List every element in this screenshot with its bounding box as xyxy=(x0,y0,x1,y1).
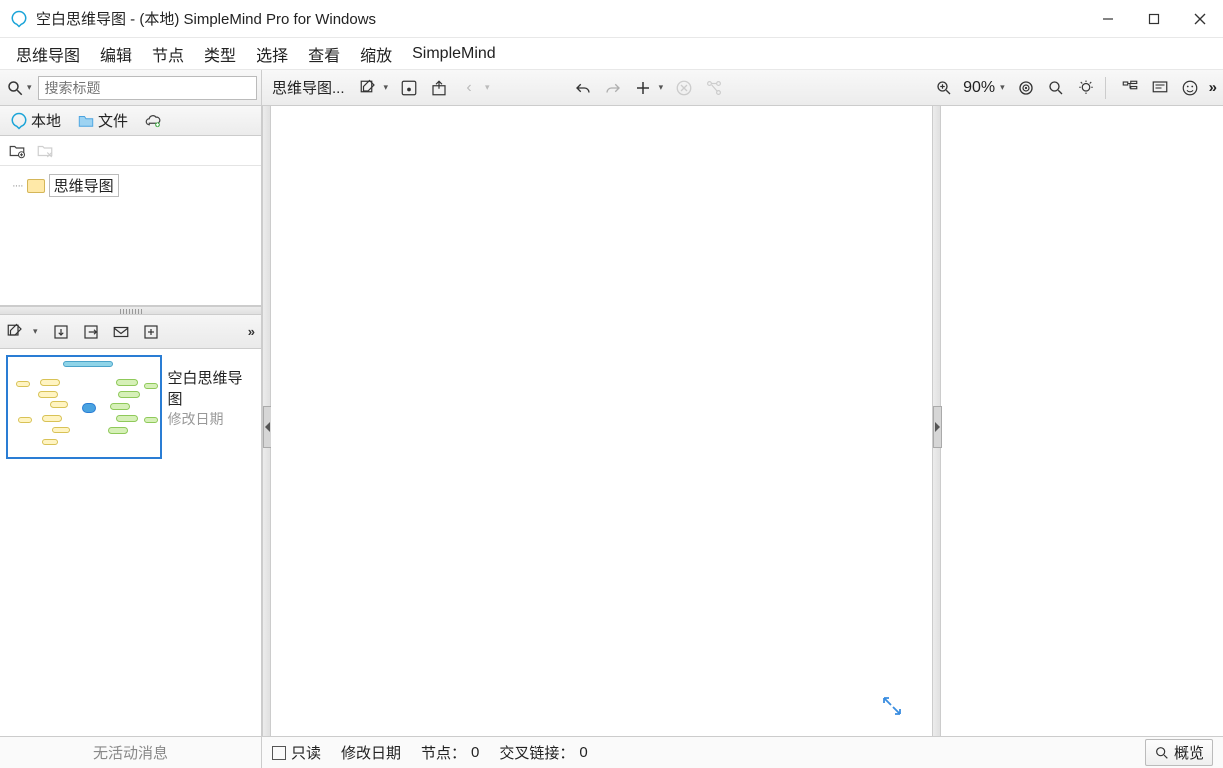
edit-icon[interactable] xyxy=(357,77,379,99)
tree-connector-icon: ···· xyxy=(12,180,23,192)
tab-local-label: 本地 xyxy=(31,110,61,131)
compose-dropdown-icon[interactable]: ▾ xyxy=(33,326,38,337)
prev-dropdown-icon[interactable]: ▾ xyxy=(485,82,490,93)
thumb-toolbar: ▾ » xyxy=(0,315,261,349)
zoom-in-icon[interactable] xyxy=(933,77,955,99)
prev-icon[interactable]: ‹ xyxy=(458,77,480,99)
redo-icon[interactable] xyxy=(602,77,624,99)
sidebar-tabstrip: 本地 文件 xyxy=(0,106,261,136)
minimize-button[interactable] xyxy=(1085,0,1131,38)
delete-icon[interactable] xyxy=(673,77,695,99)
folder-toolbar xyxy=(0,136,261,166)
note-icon[interactable] xyxy=(1149,77,1171,99)
outline-icon[interactable] xyxy=(1119,77,1141,99)
thumb-toolbar-overflow-icon[interactable]: » xyxy=(248,324,255,339)
menu-simplemind[interactable]: SimpleMind xyxy=(402,41,506,67)
thumbnail-item[interactable] xyxy=(6,355,162,459)
menu-zoom[interactable]: 缩放 xyxy=(350,38,402,70)
status-nodes: 节点： 0 xyxy=(411,737,489,768)
status-mod-date: 修改日期 xyxy=(331,737,411,768)
sidebar-splitter[interactable] xyxy=(0,306,261,315)
canvas[interactable] xyxy=(271,106,932,736)
search-dropdown-icon[interactable]: ▾ xyxy=(27,82,32,93)
mindmap-dropdown[interactable]: 思维导图... xyxy=(268,75,349,100)
folder-icon xyxy=(27,179,45,193)
tree-root-item[interactable]: ···· 思维导图 xyxy=(8,172,253,199)
folder-tree: ···· 思维导图 xyxy=(0,166,261,306)
thumbnail-subtitle: 修改日期 xyxy=(168,409,255,429)
thumbnail-meta: 空白思维导图 修改日期 xyxy=(168,355,255,429)
overview-label: 概览 xyxy=(1174,742,1204,763)
undo-icon[interactable] xyxy=(572,77,594,99)
tab-files[interactable]: 文件 xyxy=(71,107,134,134)
statusbar: 无活动消息 只读 修改日期 节点： 0 交叉链接： 0 概览 xyxy=(0,736,1223,768)
new-doc-icon[interactable] xyxy=(142,323,160,341)
nodes-count: 0 xyxy=(471,744,479,761)
add-icon[interactable] xyxy=(632,77,654,99)
right-splitter[interactable] xyxy=(932,106,941,736)
tab-cloud[interactable] xyxy=(138,109,168,133)
window-title: 空白思维导图 - (本地) SimpleMind Pro for Windows xyxy=(36,8,376,29)
menu-type[interactable]: 类型 xyxy=(194,38,246,70)
maximize-button[interactable] xyxy=(1131,0,1177,38)
readonly-label: 只读 xyxy=(291,742,321,763)
save-icon[interactable] xyxy=(398,77,420,99)
target-icon[interactable] xyxy=(1015,77,1037,99)
right-splitter-handle[interactable] xyxy=(933,406,942,448)
sidebar: 本地 文件 ···· 思维导图 ▾ xyxy=(0,106,262,736)
nodes-label: 节点： xyxy=(421,742,466,763)
import-icon[interactable] xyxy=(52,323,70,341)
menu-edit[interactable]: 编辑 xyxy=(90,38,142,70)
new-folder-icon[interactable] xyxy=(8,142,26,160)
search-input[interactable] xyxy=(38,76,257,100)
add-dropdown-icon[interactable]: ▾ xyxy=(659,82,664,93)
status-activity: 无活动消息 xyxy=(0,737,262,768)
main-toolbar: ▾ 思维导图... ▾ ‹ ▾ ▾ 90% ▾ » xyxy=(0,70,1223,106)
tab-local[interactable]: 本地 xyxy=(4,107,67,134)
main-area: 本地 文件 ···· 思维导图 ▾ xyxy=(0,106,1223,736)
thumbnail-list: 空白思维导图 修改日期 xyxy=(0,349,261,736)
thumbnail-title: 空白思维导图 xyxy=(168,367,255,409)
overview-button[interactable]: 概览 xyxy=(1145,739,1213,766)
app-icon xyxy=(10,10,28,28)
status-crosslinks: 交叉链接： 0 xyxy=(489,737,597,768)
resize-handle-icon[interactable] xyxy=(880,694,904,718)
idea-icon[interactable] xyxy=(1075,77,1097,99)
emoji-icon[interactable] xyxy=(1179,77,1201,99)
tree-root-label: 思维导图 xyxy=(49,174,119,197)
zoom-level-label[interactable]: 90% xyxy=(963,79,995,97)
toolbar-overflow-icon[interactable]: » xyxy=(1209,79,1217,96)
compose-icon[interactable] xyxy=(6,323,24,341)
crosslinks-label: 交叉链接： xyxy=(499,742,574,763)
edit-dropdown-icon[interactable]: ▾ xyxy=(384,82,389,93)
search-icon[interactable] xyxy=(4,77,26,99)
readonly-checkbox[interactable] xyxy=(272,746,286,760)
close-button[interactable] xyxy=(1177,0,1223,38)
titlebar: 空白思维导图 - (本地) SimpleMind Pro for Windows xyxy=(0,0,1223,38)
delete-folder-icon[interactable] xyxy=(36,142,54,160)
zoom-dropdown-icon[interactable]: ▾ xyxy=(1000,82,1005,93)
status-readonly[interactable]: 只读 xyxy=(262,737,331,768)
tab-files-label: 文件 xyxy=(98,110,128,131)
find-icon[interactable] xyxy=(1045,77,1067,99)
left-splitter[interactable] xyxy=(262,106,271,736)
menu-select[interactable]: 选择 xyxy=(246,38,298,70)
crosslinks-count: 0 xyxy=(579,744,587,761)
share-icon[interactable] xyxy=(428,77,450,99)
right-panel xyxy=(941,106,1223,736)
menu-view[interactable]: 查看 xyxy=(298,38,350,70)
menu-node[interactable]: 节点 xyxy=(142,38,194,70)
mail-icon[interactable] xyxy=(112,323,130,341)
export-icon[interactable] xyxy=(82,323,100,341)
menubar: 思维导图 编辑 节点 类型 选择 查看 缩放 SimpleMind xyxy=(0,38,1223,70)
link-icon[interactable] xyxy=(703,77,725,99)
menu-mindmap[interactable]: 思维导图 xyxy=(6,38,90,70)
